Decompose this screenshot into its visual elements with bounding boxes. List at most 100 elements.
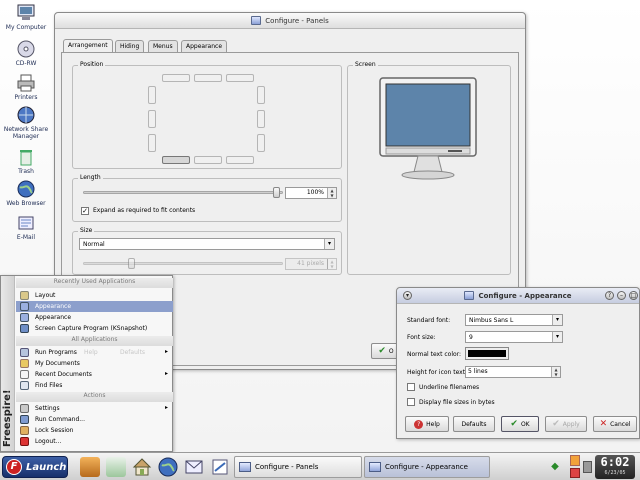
menu-item-label: Run Programs — [35, 349, 77, 356]
search-icon — [20, 381, 29, 390]
position-bottom-right[interactable] — [226, 156, 254, 164]
desktop-icon-web-browser[interactable]: Web Browser — [2, 180, 50, 207]
position-top-left[interactable] — [162, 74, 190, 82]
spin-arrows-icon[interactable]: ▲ ▼ — [327, 188, 336, 198]
globe-icon[interactable] — [158, 457, 178, 477]
mail-icon[interactable] — [184, 457, 204, 477]
desktop-icon-label: My Computer — [5, 24, 47, 31]
tray-extra-icon[interactable] — [583, 461, 592, 473]
position-right-top[interactable] — [257, 86, 265, 104]
launch-button[interactable]: F Launch — [2, 456, 68, 478]
checkmark-icon: ✔ — [552, 419, 560, 429]
writer-icon[interactable] — [210, 457, 230, 477]
desktop-icon-my-computer[interactable]: My Computer — [2, 4, 50, 31]
monitor-icon — [16, 4, 36, 22]
position-top-center[interactable] — [194, 74, 222, 82]
icon-text-height-spinbox[interactable]: 5 lines ▲ ▼ — [465, 366, 561, 378]
clickndrun-icon[interactable] — [80, 457, 100, 477]
tab-menus[interactable]: Menus — [148, 40, 178, 52]
position-left-top[interactable] — [148, 86, 156, 104]
defaults-label: Defaults — [461, 420, 487, 428]
position-bottom-center[interactable] — [194, 156, 222, 164]
tray-updater-icon[interactable] — [570, 455, 580, 466]
window-menu-button[interactable]: ▾ — [403, 291, 412, 300]
text-color-button[interactable] — [465, 347, 509, 360]
menu-item-run-programs[interactable]: Run Programs Help Defaults ▸ — [16, 347, 173, 358]
length-spinbox[interactable]: 100% ▲ ▼ — [285, 187, 337, 199]
menu-item-my-documents[interactable]: My Documents — [16, 358, 173, 369]
task-configure-appearance[interactable]: Configure - Appearance — [364, 456, 490, 478]
standard-font-select[interactable]: Nimbus Sans L ▾ — [465, 314, 563, 326]
menu-item-run-command[interactable]: Run Command... — [16, 414, 173, 425]
appearance-icon — [20, 313, 29, 322]
position-bottom-left[interactable] — [162, 156, 190, 164]
menu-item-ksnapshot[interactable]: Screen Capture Program (KSnapshot) — [16, 323, 173, 334]
icon-text-height-label: Height for icon text: — [407, 369, 468, 376]
position-right-middle[interactable] — [257, 110, 265, 128]
font-size-value: 9 — [469, 334, 473, 341]
length-slider-track[interactable] — [83, 191, 283, 194]
menu-item-label: Lock Session — [35, 427, 74, 434]
panels-titlebar[interactable]: Configure - Panels — [55, 13, 525, 29]
maximize-button[interactable]: □ — [629, 291, 638, 300]
font-size-select[interactable]: 9 ▾ — [465, 331, 563, 343]
ghost-defaults-text: Defaults — [120, 349, 146, 356]
submenu-arrow-icon: ▸ — [164, 404, 168, 411]
spin-arrows-icon[interactable]: ▲ ▼ — [551, 367, 560, 377]
menu-item-logout[interactable]: Logout... — [16, 436, 173, 447]
tray-arrow-icon[interactable]: ◆ — [548, 461, 562, 473]
desktop-icon-printers[interactable]: Printers — [2, 74, 50, 101]
position-left-bottom[interactable] — [148, 134, 156, 152]
menu-item-find-files[interactable]: Find Files — [16, 380, 173, 391]
desktop-icon-network-share[interactable]: Network Share Manager — [2, 106, 50, 140]
defaults-button[interactable]: Defaults — [453, 416, 495, 432]
size-combobox[interactable]: Normal ▾ — [79, 238, 335, 250]
group-label: Position — [78, 61, 106, 68]
ok-label: O — [388, 347, 394, 355]
printer-icon — [16, 74, 36, 92]
menu-item-label: Find Files — [35, 382, 63, 389]
underline-checkbox[interactable] — [407, 383, 415, 391]
tray-network-icon[interactable] — [570, 468, 580, 478]
tab-appearance[interactable]: Appearance — [181, 40, 228, 52]
cancel-label: Cancel — [610, 420, 631, 428]
desktop-icon-trash[interactable]: Trash — [2, 148, 50, 175]
chevron-down-icon: ▾ — [552, 315, 562, 325]
length-group: Length 100% ▲ ▼ ✓ Expand as required to f… — [72, 174, 342, 222]
menu-item-label: Screen Capture Program (KSnapshot) — [35, 325, 148, 332]
menu-item-layout[interactable]: Layout — [16, 290, 173, 301]
clock[interactable]: 6:02 6/23/05 — [595, 455, 635, 479]
home-icon[interactable] — [132, 457, 152, 477]
menu-item-settings[interactable]: Settings ▸ — [16, 403, 173, 414]
checklist-icon[interactable] — [106, 457, 126, 477]
clock-date: 6/23/05 — [604, 470, 626, 476]
menu-item-label: Settings — [35, 405, 60, 412]
window-icon — [369, 462, 381, 472]
menu-item-lock-session[interactable]: Lock Session — [16, 425, 173, 436]
cancel-button[interactable]: ✕ Cancel — [593, 416, 637, 432]
menu-item-label: Appearance — [35, 303, 72, 310]
menu-item-appearance-1[interactable]: Appearance — [16, 301, 173, 312]
expand-checkbox[interactable]: ✓ — [81, 207, 89, 215]
minimize-button[interactable]: – — [617, 291, 626, 300]
desktop-icon-email[interactable]: E-Mail — [2, 214, 50, 241]
task-configure-panels[interactable]: Configure - Panels — [234, 456, 362, 478]
length-slider-handle[interactable] — [273, 187, 280, 198]
help-title-button[interactable]: ? — [605, 291, 614, 300]
menu-item-appearance-2[interactable]: Appearance — [16, 312, 173, 323]
appearance-titlebar[interactable]: ▾ Configure - Appearance ? – □ — [397, 288, 639, 304]
tab-hiding[interactable]: Hiding — [115, 40, 145, 52]
menu-item-recent-documents[interactable]: Recent Documents ▸ — [16, 369, 173, 380]
help-icon: ? — [414, 419, 424, 429]
position-right-bottom[interactable] — [257, 134, 265, 152]
position-left-middle[interactable] — [148, 110, 156, 128]
help-button[interactable]: ? Help — [405, 416, 449, 432]
tab-arrangement[interactable]: Arrangement — [63, 39, 113, 52]
display-sizes-checkbox[interactable] — [407, 398, 415, 406]
desktop-icon-cd-rw[interactable]: CD-RW — [2, 40, 50, 67]
position-top-right[interactable] — [226, 74, 254, 82]
checkmark-icon: ✔ — [378, 346, 386, 356]
launch-menu: Freespire! Recently Used Applications La… — [0, 275, 173, 452]
configure-appearance-window: ▾ Configure - Appearance ? – □ Standard … — [396, 287, 640, 439]
ok-button[interactable]: ✔ OK — [501, 416, 539, 432]
